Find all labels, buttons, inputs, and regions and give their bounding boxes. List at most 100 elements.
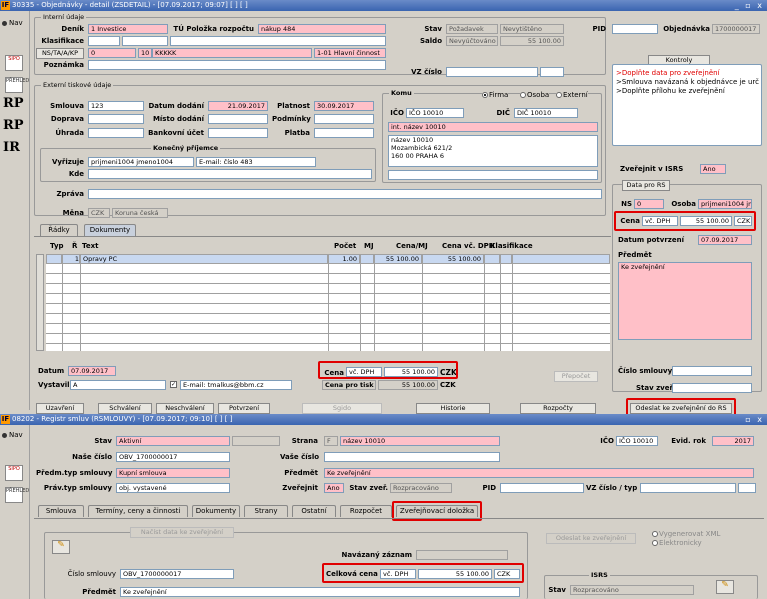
a-field[interactable]: KKKKK (152, 48, 312, 58)
evid-rok-field[interactable]: 2017 (712, 436, 754, 446)
vygenerovat-xml-radio[interactable]: Vygenerovat XML (652, 530, 720, 538)
isrs-stav-field[interactable]: Rozpracováno (570, 585, 694, 595)
vz-field-2[interactable] (540, 67, 564, 77)
prav-typ-field[interactable]: obj. vystavené (116, 483, 230, 493)
schvaleni-button[interactable]: Schválení (98, 403, 152, 414)
prepocet-button[interactable]: Přepočet (554, 371, 598, 382)
tab-dokumenty[interactable]: Dokumenty (84, 224, 136, 236)
misto-dodani-field[interactable] (208, 114, 268, 124)
prehled-icon[interactable]: PŘEHLED (5, 487, 29, 503)
ico-field[interactable]: IČO 10010 (406, 108, 464, 118)
strana-name-field[interactable]: název 10010 (340, 436, 500, 446)
uzavreni-button[interactable]: Uzavření (36, 403, 84, 414)
ns-field[interactable]: 0 (88, 48, 136, 58)
zverejnit-isrs-field[interactable]: Ano (700, 164, 726, 174)
ns-ta-button[interactable]: NS/TA/A/KP (36, 48, 84, 59)
key-icon[interactable]: ✎ (52, 540, 70, 554)
w2-stav-field[interactable]: Aktivní (116, 436, 230, 446)
tab-smlouva[interactable]: Smlouva (38, 505, 84, 517)
nacist-data-button[interactable]: Načíst data ke zveřejnění (130, 527, 234, 538)
ns-field[interactable]: 0 (634, 199, 664, 209)
externi-radio[interactable]: Externí (556, 91, 588, 99)
stav-zver-field[interactable] (672, 383, 752, 393)
ir-icon[interactable]: IR (3, 141, 20, 155)
zverejnit-field[interactable]: Ano (324, 483, 344, 493)
podminky-field[interactable] (314, 114, 374, 124)
vystavil-field[interactable]: A (70, 380, 166, 390)
klasifikace-field-2[interactable] (122, 36, 168, 46)
osoba-radio[interactable]: Osoba (520, 91, 550, 99)
vz-typ-field[interactable] (640, 483, 736, 493)
neschvaleni-button[interactable]: Neschválení (156, 403, 214, 414)
sipo-icon[interactable]: SIPO (5, 465, 23, 481)
firma-radio[interactable]: Firma (482, 91, 509, 99)
highlight-cena-bottom (318, 361, 458, 379)
ta-field[interactable]: 10 (138, 48, 152, 58)
smlouva-field[interactable]: 123 (88, 101, 144, 111)
dic-field[interactable]: DIČ 10010 (514, 108, 578, 118)
historie-button[interactable]: Historie (416, 403, 490, 414)
komu-extra-field[interactable] (388, 170, 598, 180)
w2-predmet-field[interactable]: Ke zveřejnění (324, 468, 754, 478)
vase-cislo-field[interactable] (324, 452, 500, 462)
vz-typ-field-2[interactable] (738, 483, 756, 493)
vz-field[interactable] (446, 67, 538, 77)
kde-field[interactable] (88, 169, 372, 179)
bankovni-ucet-field[interactable] (208, 128, 268, 138)
tab-dokumenty-2[interactable]: Dokumenty (192, 505, 240, 517)
tab-rozpocet[interactable]: Rozpočet (340, 505, 392, 517)
pid-field[interactable] (612, 24, 658, 34)
tab-ostatni[interactable]: Ostatní (292, 505, 336, 517)
tab-strany[interactable]: Strany (244, 505, 288, 517)
poznamka-field[interactable] (88, 60, 386, 70)
rozpocty-button[interactable]: Rozpočty (520, 403, 596, 414)
nav-button[interactable]: Nav (2, 19, 23, 27)
w2-pid-field[interactable] (500, 483, 584, 493)
email-checkbox[interactable]: ✓ (170, 381, 177, 388)
table-scrollbar[interactable] (36, 254, 44, 351)
nazev-field[interactable]: int. název 10010 (388, 122, 598, 132)
klasifikace-field-3[interactable] (170, 36, 386, 46)
doprava-field[interactable] (88, 114, 144, 124)
window-controls[interactable]: ▫ x (745, 414, 764, 425)
zprava-field[interactable] (88, 189, 602, 199)
data-pro-rs-button[interactable]: Data pro RS (622, 180, 670, 191)
nav-button[interactable]: Nav (2, 431, 23, 439)
platba-field[interactable] (314, 128, 374, 138)
predmet-field[interactable]: Ke zveřejnění (618, 262, 752, 340)
cislo-smlouvy-field[interactable] (672, 366, 752, 376)
tab-radky[interactable]: Řádky (40, 224, 78, 236)
nase-cislo-field[interactable]: OBV_1700000017 (116, 452, 230, 462)
prehled-icon[interactable]: PŘEHLED (5, 77, 29, 93)
rp-icon[interactable]: RP (3, 97, 24, 111)
osoba-field[interactable]: prijmeni1004 jm (698, 199, 752, 209)
potvrzeni-button[interactable]: Potvrzení (218, 403, 270, 414)
email-field[interactable]: E-mail: tmalkus@bbm.cz (180, 380, 292, 390)
odeslat-zverejneni-button[interactable]: Odeslat ke zveřejnění (546, 533, 636, 544)
w2-ico-field[interactable]: IČO 10010 (616, 436, 658, 446)
uhrada-field[interactable] (88, 128, 144, 138)
kp-field[interactable]: 1-01 Hlavní činnost (314, 48, 386, 58)
rp-icon-2[interactable]: RP (3, 119, 24, 133)
klasifikace-field-1[interactable] (88, 36, 120, 46)
table-row[interactable]: 1 Opravy PC 1.00 55 100.00 55 100.00 (46, 254, 610, 264)
osoba-label: Osoba (671, 200, 696, 208)
tab-terminy[interactable]: Termíny, ceny a činnosti (88, 505, 188, 517)
w2-predmet2-field[interactable]: Ke zveřejnění (120, 587, 520, 597)
predm-typ-field[interactable]: Kupní smlouva (116, 468, 230, 478)
tu-field[interactable]: nákup 484 (258, 24, 386, 34)
adresa-field[interactable]: název 10010 Mozambická 621/2 160 00 PRAHA … (388, 135, 598, 167)
w2-cislo-field[interactable]: OBV_1700000017 (120, 569, 234, 579)
window-controls[interactable]: _ ▫ x (735, 0, 764, 11)
platnost-field[interactable]: 30.09.2017 (314, 101, 374, 111)
datum-dodani-field[interactable]: 21.09.2017 (208, 101, 268, 111)
key-icon-2[interactable]: ✎ (716, 580, 734, 594)
datum-potvrzeni-field[interactable]: 07.09.2017 (698, 235, 752, 245)
vyrizuje-field[interactable]: prijmeni1004 jmeno1004 (88, 157, 194, 167)
sipo-icon[interactable]: SIPO (5, 55, 23, 71)
vyrizuje-email-field[interactable]: E-mail: číslo 483 (196, 157, 316, 167)
denik-field[interactable]: 1 Investice (88, 24, 168, 34)
elektronicky-radio[interactable]: Elektronicky (652, 539, 702, 547)
datum-field[interactable]: 07.09.2017 (68, 366, 116, 376)
sgido-button[interactable]: Sgido (302, 403, 382, 414)
